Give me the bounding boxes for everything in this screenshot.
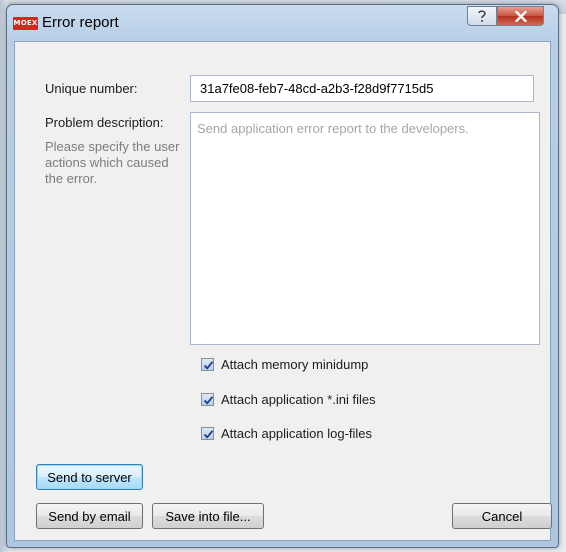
save-into-file-button[interactable]: Save into file... [152, 503, 264, 529]
checkbox-memory-minidump[interactable] [201, 358, 214, 371]
option-ini-files[interactable]: Attach application *.ini files [201, 392, 376, 407]
checkmark-icon [203, 396, 214, 405]
unique-number-label: Unique number: [45, 81, 138, 96]
checkmark-icon [203, 361, 214, 370]
unique-number-field[interactable]: 31a7fe08-feb7-48cd-a2b3-f28d9f7715d5 [190, 75, 534, 102]
help-button[interactable] [467, 6, 497, 26]
error-report-dialog: MOEX Error report Unique number: 31a7fe0… [6, 4, 559, 548]
checkbox-log-files[interactable] [201, 427, 214, 440]
title-bar[interactable]: MOEX Error report [7, 5, 558, 43]
option-label: Attach application *.ini files [221, 392, 376, 407]
window-title: Error report [42, 14, 119, 31]
option-label: Attach memory minidump [221, 357, 369, 372]
close-button[interactable] [497, 6, 544, 26]
checkmark-icon [203, 430, 214, 439]
problem-description-label: Problem description: [45, 115, 164, 130]
option-memory-minidump[interactable]: Attach memory minidump [201, 357, 368, 372]
moex-app-icon: MOEX [13, 17, 38, 30]
option-log-files[interactable]: Attach application log-files [201, 426, 372, 441]
send-by-email-button[interactable]: Send by email [36, 503, 143, 529]
dialog-body: Unique number: 31a7fe08-feb7-48cd-a2b3-f… [14, 41, 552, 541]
problem-description-input[interactable]: Send application error report to the dev… [190, 112, 540, 345]
send-to-server-button[interactable]: Send to server [36, 464, 143, 490]
help-icon [478, 10, 486, 22]
checkbox-ini-files[interactable] [201, 393, 214, 406]
cancel-button[interactable]: Cancel [452, 503, 552, 529]
problem-description-hint: Please specify the user actions which ca… [45, 139, 180, 186]
option-label: Attach application log-files [221, 426, 373, 441]
close-icon [514, 10, 527, 22]
